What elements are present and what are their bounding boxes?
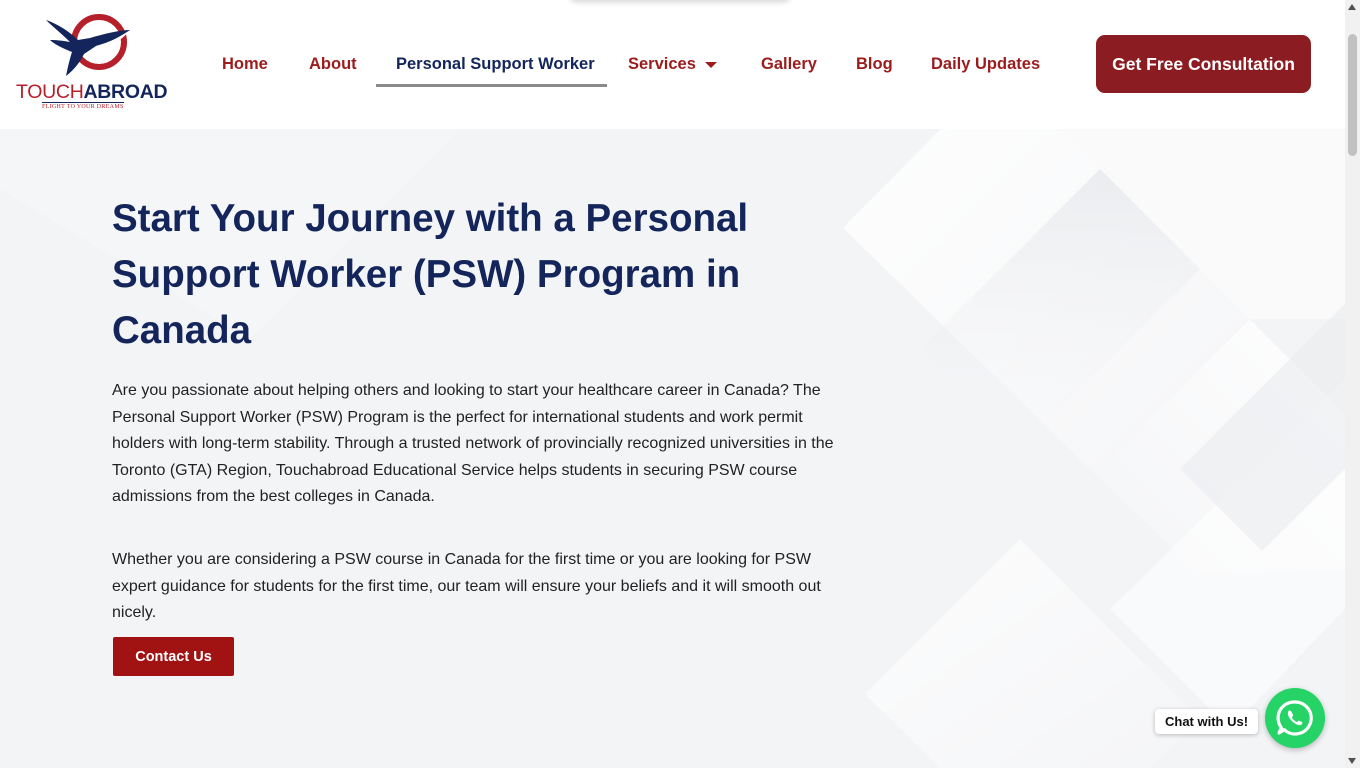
nav-gallery[interactable]: Gallery: [761, 52, 817, 76]
logo-word-touch: TOUCH: [16, 81, 84, 103]
chevron-down-icon[interactable]: [705, 62, 717, 68]
hero-section: Start Your Journey with a Personal Suppo…: [0, 129, 1345, 768]
site-logo[interactable]: TOUCHABROAD FLIGHT TO YOUR DREAMS: [14, 14, 168, 110]
logo-wordmark: TOUCHABROAD: [16, 81, 168, 103]
hero-title: Start Your Journey with a Personal Suppo…: [112, 197, 749, 352]
nav-personal-support-worker[interactable]: Personal Support Worker: [396, 52, 595, 76]
nav-about[interactable]: About: [309, 52, 357, 76]
nav-services[interactable]: Services: [628, 52, 696, 76]
site-header: TOUCHABROAD FLIGHT TO YOUR DREAMS Home A…: [0, 0, 1345, 129]
hero-paragraph-intro: Are you passionate about helping others …: [112, 382, 834, 506]
whatsapp-chat-button[interactable]: [1265, 688, 1325, 748]
logo-plane-icon: [46, 14, 130, 76]
nav-daily-updates[interactable]: Daily Updates: [931, 52, 1040, 76]
hero-paragraph-guidance: Whether you are considering a PSW course…: [112, 551, 821, 622]
scroll-up-icon[interactable]: [1348, 4, 1356, 10]
scroll-down-icon[interactable]: [1348, 758, 1356, 764]
logo-tagline: FLIGHT TO YOUR DREAMS: [42, 102, 124, 110]
nav-blog[interactable]: Blog: [856, 52, 893, 76]
whatsapp-icon: [1276, 700, 1313, 736]
contact-us-button[interactable]: Contact Us: [113, 637, 234, 676]
nav-home[interactable]: Home: [222, 52, 268, 76]
chat-with-us-label[interactable]: Chat with Us!: [1155, 709, 1259, 734]
page-scrollbar[interactable]: [1345, 0, 1360, 768]
get-free-consultation-button[interactable]: Get Free Consultation: [1096, 35, 1311, 93]
nav-active-underline: [376, 84, 607, 87]
logo-word-abroad: ABROAD: [83, 81, 168, 103]
scrollbar-thumb[interactable]: [1348, 34, 1357, 156]
